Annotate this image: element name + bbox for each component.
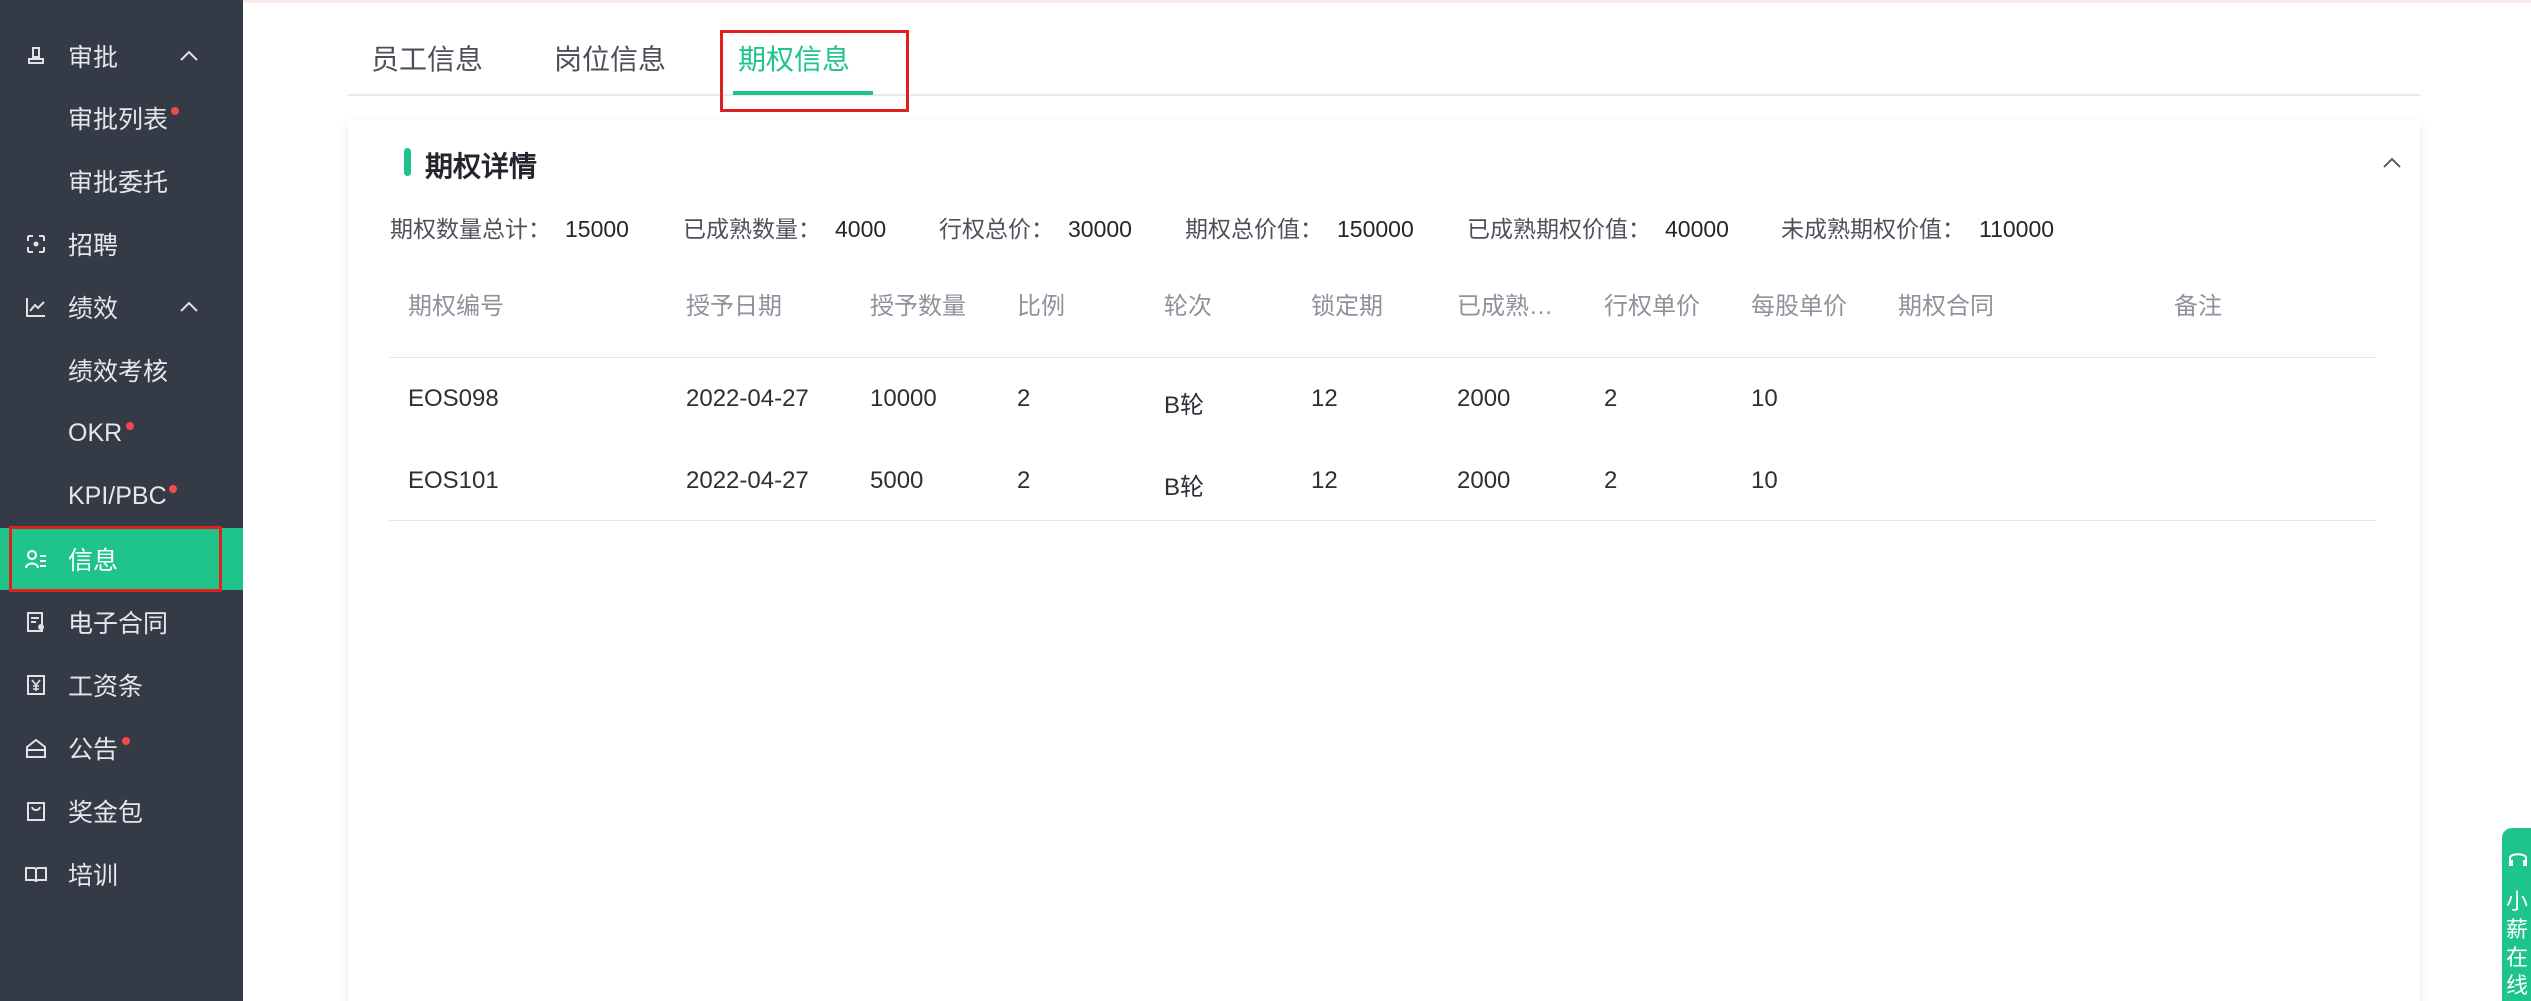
- sidebar-item-label: 绩效考核: [68, 358, 169, 386]
- notification-badge: [122, 737, 130, 745]
- sidebar-item-label: OKR: [68, 418, 123, 447]
- sidebar-item-label: 招聘: [68, 232, 119, 260]
- table-header: 每股单价: [1751, 293, 1847, 320]
- option-detail-card: [348, 120, 2420, 1001]
- sidebar-item-label: 培训: [68, 862, 119, 890]
- sidebar-item-info[interactable]: 信息: [0, 528, 243, 590]
- table-header: 期权合同: [1898, 293, 1994, 320]
- title-accent-bar: [404, 148, 411, 176]
- cell-grant-quantity: 10000: [870, 385, 937, 412]
- table-header-divider: [389, 357, 2376, 358]
- sidebar-item-okr[interactable]: OKR: [0, 402, 243, 464]
- salary-icon: [24, 673, 48, 697]
- cell-option-id: EOS101: [408, 467, 499, 494]
- summary-total-options: 期权数量总计： 15000: [390, 216, 629, 242]
- sidebar-item-approval[interactable]: 审批: [0, 25, 243, 87]
- cell-share-price: 10: [1751, 385, 1778, 412]
- table-header: 授予日期: [686, 293, 782, 320]
- cell-lock-period: 12: [1311, 467, 1338, 494]
- table-bottom-divider: [389, 520, 2376, 521]
- summary-unvested-value: 未成熟期权价值： 110000: [1781, 216, 2055, 242]
- table-header: 比例: [1017, 293, 1065, 320]
- cell-ratio: 2: [1017, 467, 1031, 494]
- chevron-up-icon[interactable]: [178, 45, 200, 67]
- summary-vested-value: 已成熟期权价值： 40000: [1467, 216, 1729, 242]
- cell-grant-date: 2022-04-27: [686, 467, 809, 494]
- online-help-label: 小薪在线: [2506, 889, 2529, 998]
- summary-exercise-total: 行权总价： 30000: [939, 216, 1132, 242]
- sidebar-item-training[interactable]: 培训: [0, 843, 243, 905]
- chevron-up-icon[interactable]: [178, 296, 200, 318]
- tab-employee-info[interactable]: 员工信息: [371, 38, 483, 78]
- table-header: 锁定期: [1311, 293, 1383, 320]
- notification-badge: [169, 485, 177, 493]
- training-icon: [24, 862, 48, 886]
- sidebar-item-performance-review[interactable]: 绩效考核: [0, 339, 243, 401]
- sidebar-item-label: 审批委托: [68, 169, 169, 197]
- sidebar-item-approval-delegate[interactable]: 审批委托: [0, 150, 243, 212]
- sidebar-item-announcement[interactable]: 公告: [0, 717, 243, 779]
- sidebar-item-performance[interactable]: 绩效: [0, 276, 243, 338]
- cell-exercise-price: 2: [1604, 385, 1618, 412]
- cell-option-id: EOS098: [408, 385, 499, 412]
- summary-total-value: 期权总价值： 150000: [1185, 216, 1414, 242]
- announcement-icon: [24, 736, 48, 760]
- table-header: 行权单价: [1604, 293, 1700, 320]
- cell-grant-date: 2022-04-27: [686, 385, 809, 412]
- recruit-icon: [24, 232, 48, 256]
- sidebar-item-approval-list[interactable]: 审批列表: [0, 87, 243, 149]
- user-info-icon: [24, 547, 48, 571]
- contract-icon: [24, 610, 48, 634]
- tab-position-info[interactable]: 岗位信息: [554, 38, 666, 78]
- cell-vested: 2000: [1457, 385, 1511, 412]
- chart-line-icon: [24, 295, 48, 319]
- headset-icon: [2509, 853, 2527, 866]
- table-header: 授予数量: [870, 293, 966, 320]
- cell-lock-period: 12: [1311, 385, 1338, 412]
- cell-share-price: 10: [1751, 467, 1778, 494]
- sidebar-item-label: 审批列表: [68, 106, 169, 134]
- cell-round: B轮: [1164, 474, 1205, 501]
- table-header: 轮次: [1164, 293, 1212, 320]
- sidebar-item-e-contract[interactable]: 电子合同: [0, 591, 243, 653]
- table-header: 期权编号: [408, 293, 504, 320]
- sidebar-item-payslip[interactable]: 工资条: [0, 654, 243, 716]
- table-header: 备注: [2174, 293, 2222, 320]
- summary-vested-count: 已成熟数量： 4000: [683, 216, 887, 242]
- sidebar-item-label: 奖金包: [68, 799, 144, 827]
- stamp-icon: [24, 44, 48, 68]
- sidebar-item-label: 信息: [68, 547, 119, 575]
- sidebar-item-label: 电子合同: [68, 610, 169, 638]
- cell-ratio: 2: [1017, 385, 1031, 412]
- sidebar-item-bonus[interactable]: 奖金包: [0, 780, 243, 842]
- sidebar-item-recruit[interactable]: 招聘: [0, 213, 243, 275]
- table-header: 已成熟…: [1457, 293, 1553, 320]
- notification-badge: [126, 422, 134, 430]
- card-title: 期权详情: [425, 151, 538, 182]
- sidebar-item-label: 公告: [68, 736, 119, 764]
- tab-option-info[interactable]: 期权信息: [738, 38, 850, 78]
- sidebar-item-label: 工资条: [68, 673, 144, 701]
- sidebar-item-kpi-pbc[interactable]: KPI/PBC: [0, 465, 243, 527]
- cell-round: B轮: [1164, 392, 1205, 419]
- cell-vested: 2000: [1457, 467, 1511, 494]
- sidebar-item-label: 绩效: [68, 295, 119, 323]
- cell-grant-quantity: 5000: [870, 467, 924, 494]
- online-help-widget[interactable]: 小薪在线: [2502, 828, 2531, 1001]
- sidebar-item-label: 审批: [68, 44, 119, 72]
- active-tab-indicator: [733, 91, 873, 95]
- sidebar-item-label: KPI/PBC: [68, 481, 167, 510]
- cell-exercise-price: 2: [1604, 467, 1618, 494]
- sidebar: 审批 审批列表 审批委托 招聘 绩效 绩效考核 OKR KPI/PBC 信息 电…: [0, 0, 243, 1001]
- notification-badge: [171, 107, 179, 115]
- chevron-up-icon[interactable]: [2382, 153, 2402, 173]
- bonus-icon: [24, 799, 48, 823]
